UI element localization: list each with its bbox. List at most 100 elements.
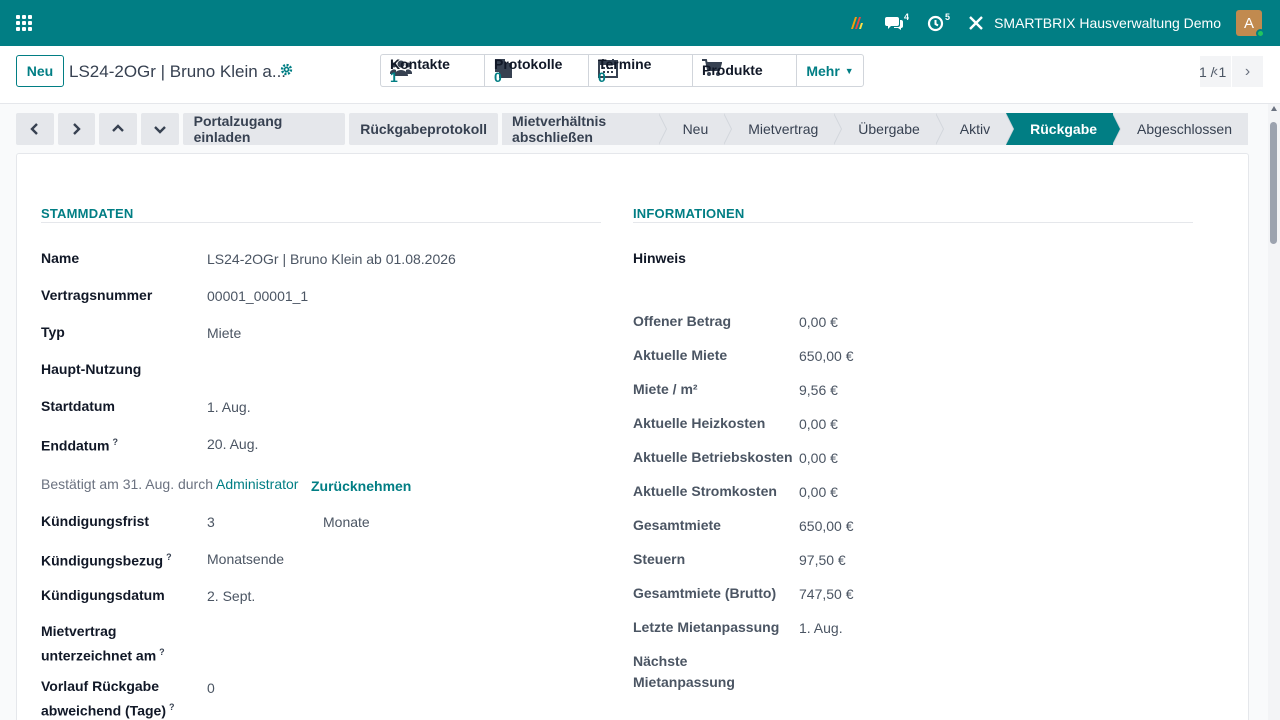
steuern-label: Steuern [633,551,686,567]
help-icon[interactable]: ? [169,702,175,712]
stage-mietvertrag[interactable]: Mietvertrag [724,113,843,145]
smart-count: 0 [494,68,502,85]
aktuelle-betriebskosten-value: 0,00 € [799,450,838,466]
pager-value[interactable]: 1 / 1 [1199,64,1226,80]
kuendigungsbezug-field[interactable]: Monatsende [207,551,284,567]
aktuelle-stromkosten-value: 0,00 € [799,484,838,500]
invite-portal-button[interactable]: Portalzugang einladen [182,113,346,145]
online-status-dot [1256,29,1265,38]
smart-label: Kontakte [390,55,450,72]
haupt-nutzung-label: Haupt-Nutzung [41,361,142,377]
caret-down-icon: ▼ [844,65,854,76]
smartbrix-logo-icon[interactable] [849,15,867,31]
enddatum-label: Enddatum? [41,437,118,454]
top-navbar: 4 5 SMARTBRIX Hausverwaltung Demo A [0,0,1280,46]
smart-button-kontakte[interactable]: Kontakte 1 [381,55,485,86]
chevron-left-icon [30,123,38,135]
kuendigungsfrist-unit[interactable]: Monate [323,514,370,530]
group-divider [41,222,601,223]
vertragsnummer-field[interactable]: 00001_00001_1 [207,288,308,304]
company-name: SMARTBRIX Hausverwaltung Demo [994,15,1221,31]
smart-button-produkte[interactable]: Produkte [693,55,797,86]
discuss-button[interactable]: 4 [885,12,910,31]
name-field[interactable]: LS24-2OGr | Bruno Klein ab 01.08.2026 [207,251,456,267]
chevron-up-icon [112,124,124,132]
smart-button-termine[interactable]: Termine 0 [589,55,693,86]
stage-rueckgabe[interactable]: Rückgabe [1006,113,1121,145]
pager: 1 / 1 ‹ › [1199,56,1263,87]
vorlauf-rueckgabe-field[interactable]: 0 [207,680,215,696]
stage-neu[interactable]: Neu [659,113,732,145]
revoke-link[interactable]: Zurücknehmen [311,478,411,494]
scrollbar-thumb[interactable] [1270,122,1277,244]
group-divider [633,222,1193,223]
aktuelle-miete-value: 650,00 € [799,348,854,364]
steuern-value: 97,50 € [799,552,846,568]
next-record-button[interactable] [57,113,96,145]
letzte-mietanpassung-value[interactable]: 1. Aug. [799,620,843,636]
scroll-up-arrow-icon[interactable] [1271,106,1277,111]
smart-count: 1 [390,68,398,85]
more-dropdown[interactable]: Mehr ▼ [797,55,863,86]
gear-icon[interactable] [280,63,293,79]
smart-label: Protokolle [494,55,563,72]
clock-icon [927,15,944,31]
chevron-right-icon [73,123,82,135]
tools-icon [969,16,983,30]
kuendigungsfrist-label: Kündigungsfrist [41,513,150,529]
kuendigungsdatum-label: Kündigungsdatum [41,587,165,603]
stage-abgeschlossen[interactable]: Abgeschlossen [1113,113,1248,145]
previous-record-button[interactable] [16,113,54,145]
stage-uebergabe[interactable]: Übergabe [834,113,944,145]
naechste-mietanpassung-label: Nächste Mietanpassung [633,653,735,690]
letzte-mietanpassung-label: Letzte Mietanpassung [633,619,780,635]
move-up-button[interactable] [99,113,137,145]
pager-next-button[interactable]: › [1232,56,1263,87]
mietvertrag-unterzeichnet-label: Mietvertrag unterzeichnet am? [41,623,165,664]
new-button[interactable]: Neu [16,55,64,87]
move-down-button[interactable] [140,113,179,145]
chat-badge: 4 [904,12,910,22]
aktuelle-betriebskosten-label: Aktuelle Betriebskosten [633,449,793,465]
enddatum-field[interactable]: 20. Aug. [207,436,258,452]
chat-icon [885,17,904,30]
group-title-stammdaten: STAMMDATEN [41,206,134,221]
close-lease-button[interactable]: Mietverhältnis abschließen [502,113,667,145]
kuendigungsfrist-field[interactable]: 3 [207,514,215,530]
typ-label: Typ [41,324,65,340]
confirmed-user-link[interactable]: Administrator [216,476,298,492]
name-label: Name [41,250,80,266]
hinweis-label: Hinweis [633,250,686,266]
startdatum-field[interactable]: 1. Aug. [207,399,251,415]
aktuelle-heizkosten-label: Aktuelle Heizkosten [633,415,766,431]
help-icon[interactable]: ? [166,552,172,562]
vorlauf-rueckgabe-label: Vorlauf Rückgabe abweichend (Tage)? [41,678,175,719]
smart-buttons: Kontakte 1 Protokolle 0 Termine 0 Produkte … [380,54,864,87]
activity-button[interactable]: 5 [927,12,951,32]
company-switcher[interactable]: SMARTBRIX Hausverwaltung Demo [968,15,1221,31]
miete-pro-qm-label: Miete / m² [633,381,698,397]
return-protocol-button[interactable]: Rückgabeprotokoll [349,113,499,145]
control-panel: Neu LS24-2OGr | Bruno Klein a... Kontakt… [0,46,1280,104]
form-sheet: STAMMDATEN Name LS24-2OGr | Bruno Klein … [16,153,1249,720]
more-label: Mehr [806,62,840,79]
chevron-right-icon: › [1244,62,1251,80]
help-icon[interactable]: ? [112,437,118,447]
offener-betrag-value: 0,00 € [799,314,838,330]
help-icon[interactable]: ? [159,647,165,657]
smart-button-protokolle[interactable]: Protokolle 0 [485,55,589,86]
app-menu-icon[interactable] [16,15,32,31]
offener-betrag-label: Offener Betrag [633,313,732,329]
record-title: LS24-2OGr | Bruno Klein a... [69,62,287,81]
aktuelle-miete-label: Aktuelle Miete [633,347,728,363]
stage-aktiv[interactable]: Aktiv [936,113,1015,145]
confirmed-text: Bestätigt am 31. Aug. durch [41,476,213,492]
typ-field[interactable]: Miete [207,325,241,341]
aktuelle-stromkosten-label: Aktuelle Stromkosten [633,483,777,499]
kuendigungsbezug-label: Kündigungsbezug? [41,552,172,569]
smart-label: Produkte [702,62,763,78]
activity-badge: 5 [945,12,951,22]
chevron-down-icon [153,126,166,134]
kuendigungsdatum-field[interactable]: 2. Sept. [207,588,255,604]
avatar[interactable]: A [1236,10,1265,38]
